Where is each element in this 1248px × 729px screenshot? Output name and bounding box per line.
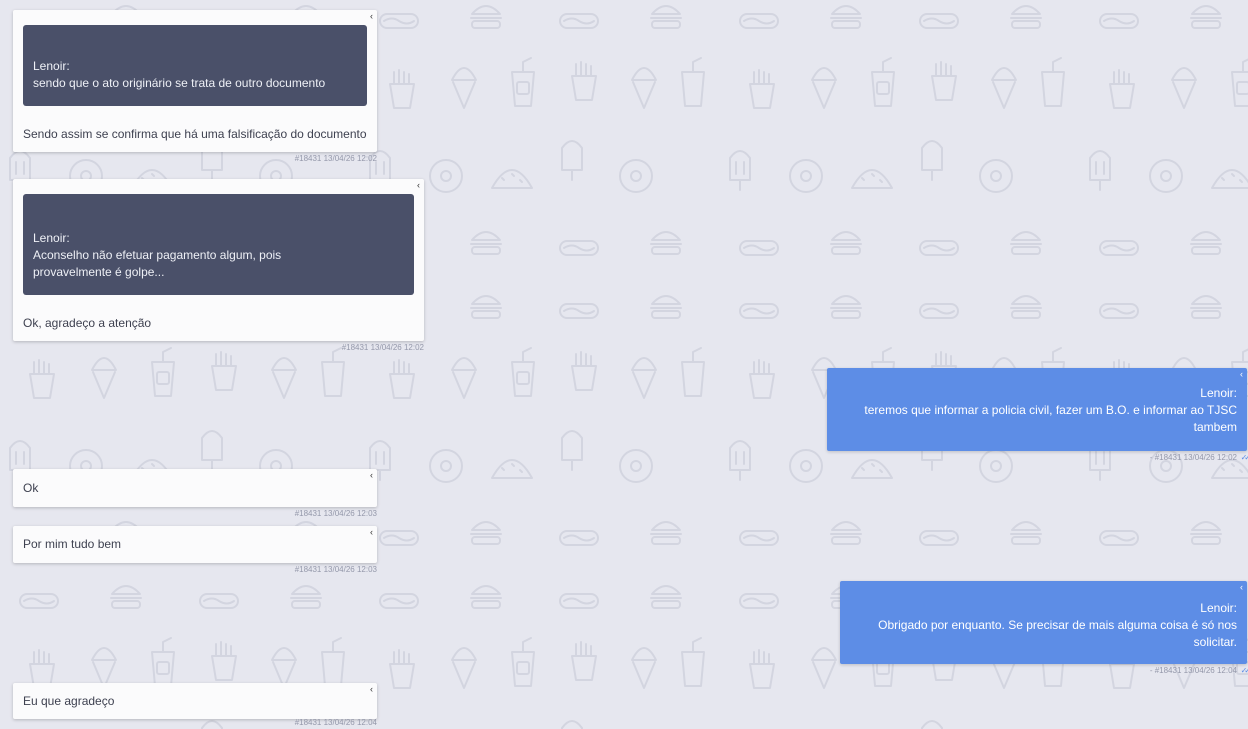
chevron-left-icon[interactable]: ‹	[1240, 369, 1243, 379]
quoted-text: sendo que o ato originário se trata de o…	[33, 76, 326, 90]
message-bubble: ‹ Ok #18431 13/04/26 12:03	[13, 469, 377, 518]
quoted-message[interactable]: Lenoir: sendo que o ato originário se tr…	[23, 25, 367, 106]
message-text: Eu que agradeço	[23, 694, 115, 708]
chevron-left-icon[interactable]: ‹	[370, 527, 373, 537]
message-meta: #18431 13/04/26 12:02	[341, 343, 424, 352]
message-bubble: ‹ Lenoir: sendo que o ato originário se …	[13, 10, 377, 163]
quoted-message[interactable]: Lenoir: Aconselho não efetuar pagamento …	[23, 194, 414, 295]
message-bubble: ‹ Lenoir: teremos que informar a policia…	[827, 368, 1248, 462]
double-check-icon: ✓✓	[1240, 453, 1248, 462]
chevron-left-icon[interactable]: ‹	[370, 11, 373, 21]
message-meta: #18431 13/04/26 12:03	[294, 565, 377, 574]
chevron-left-icon[interactable]: ‹	[370, 684, 373, 694]
message-text: teremos que informar a policia civil, fa…	[864, 403, 1237, 434]
message-meta: #18431 13/04/26 12:02	[294, 154, 377, 163]
quoted-text: Aconselho não efetuar pagamento algum, p…	[33, 248, 282, 279]
chat-thread: ‹ Lenoir: sendo que o ato originário se …	[0, 0, 1248, 729]
message-incoming: ‹ Lenoir: sendo que o ato originário se …	[13, 10, 377, 163]
message-text: Por mim tudo bem	[23, 537, 122, 551]
message-outgoing: ‹ Lenoir: Obrigado por enquanto. Se prec…	[840, 581, 1248, 675]
message-bubble: ‹ Lenoir: Obrigado por enquanto. Se prec…	[840, 581, 1248, 675]
sender-name: Lenoir:	[1200, 386, 1237, 400]
double-check-icon: ✓✓	[1240, 666, 1248, 675]
sender-name: Lenoir:	[1200, 601, 1237, 615]
message-text: Ok, agradeço a atenção	[23, 316, 152, 330]
message-meta: #18431 13/04/26 12:03	[294, 509, 377, 518]
message-meta: #18431 13/04/26 12:04	[294, 718, 377, 727]
message-text: Ok	[23, 481, 39, 495]
message-bubble: ‹ Lenoir: Aconselho não efetuar pagament…	[13, 179, 424, 352]
message-bubble: ‹ Eu que agradeço #18431 13/04/26 12:04	[13, 683, 377, 727]
message-meta: - #18431 13/04/26 12:02	[1149, 453, 1237, 462]
message-meta: - #18431 13/04/26 12:04	[1149, 666, 1237, 675]
message-incoming: ‹ Lenoir: Aconselho não efetuar pagament…	[13, 179, 424, 352]
message-incoming: ‹ Ok #18431 13/04/26 12:03	[13, 469, 377, 518]
message-bubble: ‹ Por mim tudo bem #18431 13/04/26 12:03	[13, 526, 377, 574]
quoted-author: Lenoir:	[33, 59, 70, 73]
message-incoming: ‹ Por mim tudo bem #18431 13/04/26 12:03	[13, 526, 377, 574]
message-incoming: ‹ Eu que agradeço #18431 13/04/26 12:04	[13, 683, 377, 727]
message-text: Sendo assim se confirma que há uma falsi…	[23, 127, 367, 141]
quoted-author: Lenoir:	[33, 231, 70, 245]
message-text: Obrigado por enquanto. Se precisar de ma…	[878, 618, 1237, 649]
chevron-left-icon[interactable]: ‹	[1240, 582, 1243, 592]
chevron-left-icon[interactable]: ‹	[370, 470, 373, 480]
message-outgoing: ‹ Lenoir: teremos que informar a policia…	[827, 368, 1248, 462]
chevron-left-icon[interactable]: ‹	[417, 180, 420, 190]
